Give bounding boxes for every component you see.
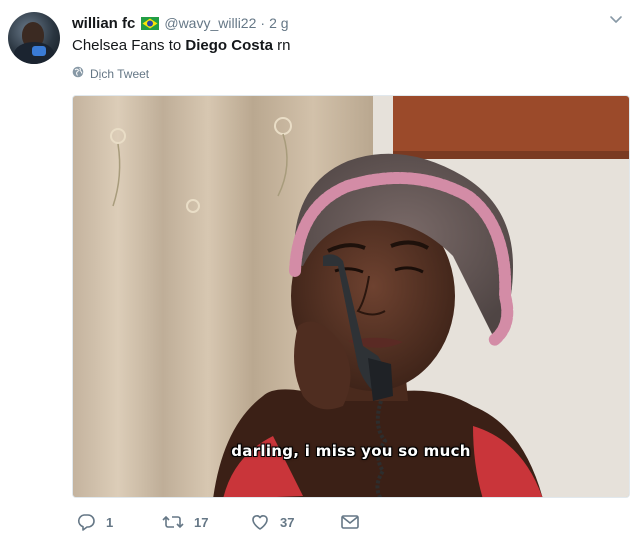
tweet-media-image[interactable]: darling, i miss you so much [72,95,630,498]
direct-message-button[interactable] [340,512,360,532]
reply-count: 1 [106,514,114,530]
author-name[interactable]: willian fc [72,15,135,32]
reply-button[interactable]: 1 [76,512,113,532]
meme-picture [73,96,629,497]
tweet-card[interactable]: willian fc @wavy_willi22 · 2 g Chelsea F… [0,0,644,543]
heart-icon [250,512,270,532]
header-separator: · [260,15,266,31]
tweet-text-after: rn [272,37,291,54]
envelope-icon [340,512,360,532]
brazil-flag-icon [141,16,160,30]
meme-subtitle: darling, i miss you so much [231,442,471,460]
retweet-count: 17 [194,514,209,530]
tweet-header: willian fc @wavy_willi22 · 2 g [72,13,289,33]
tweet-text-bold: Diego Costa [185,37,273,54]
globe-icon [72,66,90,81]
like-count: 37 [280,514,295,530]
retweet-icon [162,512,184,532]
tweet-text-before: Chelsea Fans to [72,37,186,54]
retweet-button[interactable]: 17 [162,512,208,532]
like-button[interactable]: 37 [250,512,294,532]
tweet-time[interactable]: 2 g [269,15,288,31]
avatar[interactable] [8,12,60,64]
chevron-down-icon[interactable] [606,10,626,30]
tweet-text: Chelsea Fans to Diego Costa rn [72,36,290,56]
translate-tweet-link[interactable]: Dịch Tweet [72,66,149,81]
author-handle[interactable]: @wavy_willi22 [164,15,256,31]
translate-label: Dịch Tweet [90,66,150,81]
reply-icon [76,512,96,532]
